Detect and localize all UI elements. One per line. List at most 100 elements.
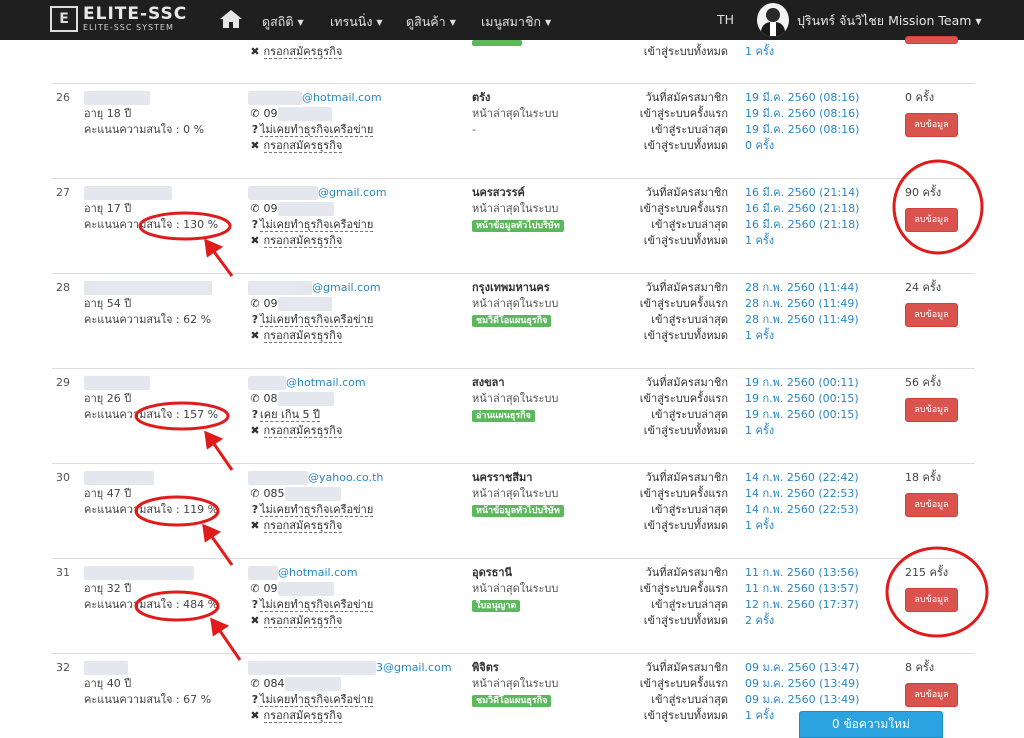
last-page-tag-wrap: ชมวิดีโอแผนธุรกิจ <box>472 692 552 708</box>
interest-score: คะแนนความสนใจ : 484 % <box>84 598 219 611</box>
visit-count: 215 ครั้ง <box>905 566 949 579</box>
site-logo[interactable]: E ELITE-SSC ELITE-SSC SYSTEM <box>50 5 187 32</box>
nav-training[interactable]: เทรนนิ่ง ▼ <box>330 12 383 32</box>
logo-subtitle: ELITE-SSC SYSTEM <box>83 23 174 32</box>
partial-total-label: เข้าสู่ระบบทั้งหมด <box>643 45 728 58</box>
total-logins-label: เข้าสู่ระบบทั้งหมด <box>643 519 728 532</box>
highlight-arrow <box>210 248 234 277</box>
last-login-label: เข้าสู่ระบบล่าสุด <box>651 218 728 231</box>
highlight-arrow <box>210 440 234 471</box>
partial-business-link[interactable]: ✖ กรอกสมัครธุรกิจ <box>250 44 343 60</box>
experience-text: ไม่เคยทำธุรกิจเครือข่าย <box>260 123 374 137</box>
caret-down-icon: ▼ <box>449 18 456 27</box>
first-login-value: 19 มี.ค. 2560 (08:16) <box>745 107 860 120</box>
email-domain: @gmail.com <box>312 281 381 294</box>
join-date-value: 28 ก.พ. 2560 (11:44) <box>745 281 859 294</box>
join-date-value: 19 ก.พ. 2560 (00:11) <box>745 376 859 389</box>
business-form-link[interactable]: ✖ กรอกสมัครธุรกิจ <box>250 328 343 344</box>
redacted-email <box>248 661 376 675</box>
business-text: กรอกสมัครธุรกิจ <box>263 709 343 723</box>
caret-down-icon: ▼ <box>545 18 552 27</box>
user-avatar[interactable] <box>757 3 789 37</box>
business-text: กรอกสมัครธุรกิจ <box>263 329 343 343</box>
nav-statistics[interactable]: ดูสถิติ ▼ <box>262 12 304 32</box>
caret-down-icon: ▼ <box>376 18 383 27</box>
first-login-label: เข้าสู่ระบบครั้งแรก <box>639 582 728 595</box>
last-page-tag: ชมวิดีโอแผนธุรกิจ <box>472 695 552 707</box>
delete-button[interactable]: ลบข้อมูล <box>905 303 958 327</box>
question-icon: ? <box>251 313 259 326</box>
last-page-value: - <box>472 123 476 136</box>
join-date-label: วันที่สมัครสมาชิก <box>645 376 728 389</box>
total-logins-label: เข้าสู่ระบบทั้งหมด <box>643 614 728 627</box>
home-icon[interactable] <box>219 9 243 29</box>
business-form-link[interactable]: ✖ กรอกสมัครธุรกิจ <box>250 138 343 154</box>
member-email[interactable]: @gmail.com <box>248 185 387 201</box>
experience-text: ไม่เคยทำธุรกิจเครือข่าย <box>260 598 374 612</box>
phone-prefix: 09 <box>263 107 278 120</box>
first-login-value: 19 ก.พ. 2560 (00:15) <box>745 392 859 405</box>
new-messages-button[interactable]: 0 ข้อความใหม่ <box>799 711 943 738</box>
visit-count: 24 ครั้ง <box>905 281 942 294</box>
email-domain: @hotmail.com <box>302 91 382 104</box>
delete-button[interactable]: ลบข้อมูล <box>905 683 958 707</box>
join-date-label: วันที่สมัครสมาชิก <box>645 91 728 104</box>
question-icon: ? <box>251 598 259 611</box>
redacted-phone <box>284 487 341 501</box>
times-icon: ✖ <box>250 614 260 627</box>
last-page-label: หน้าล่าสุดในระบบ <box>472 297 559 310</box>
interest-score: คะแนนความสนใจ : 67 % <box>84 693 212 706</box>
member-age: อายุ 54 ปี <box>84 297 132 310</box>
language-switch[interactable]: TH <box>717 12 734 27</box>
last-page-label: หน้าล่าสุดในระบบ <box>472 487 559 500</box>
last-login-value: 19 ก.พ. 2560 (00:15) <box>745 408 859 421</box>
last-login-label: เข้าสู่ระบบล่าสุด <box>651 408 728 421</box>
business-form-link[interactable]: ✖ กรอกสมัครธุรกิจ <box>250 233 343 249</box>
member-email[interactable]: @gmail.com <box>248 280 381 296</box>
member-email[interactable]: @hotmail.com <box>248 375 366 391</box>
highlight-arrow <box>216 627 242 661</box>
logo-mark-icon: E <box>50 5 78 32</box>
delete-button[interactable]: ลบข้อมูล <box>905 588 958 612</box>
delete-button[interactable]: ลบข้อมูล <box>905 493 958 517</box>
partial-delete-button[interactable] <box>905 36 958 44</box>
total-logins-value: 1 ครั้ง <box>745 519 775 532</box>
network-experience: ? ไม่เคยทำธุรกิจเครือข่าย <box>250 502 374 518</box>
last-page-label: หน้าล่าสุดในระบบ <box>472 392 559 405</box>
phone-prefix: 09 <box>263 582 278 595</box>
delete-button[interactable]: ลบข้อมูล <box>905 113 958 137</box>
member-email[interactable]: 3@gmail.com <box>248 660 452 676</box>
user-menu[interactable]: ปุรินทร์ จันวิไชย Mission Team ▼ <box>797 11 982 31</box>
member-age: อายุ 18 ปี <box>84 107 132 120</box>
business-form-link[interactable]: ✖ กรอกสมัครธุรกิจ <box>250 708 343 724</box>
delete-button[interactable]: ลบข้อมูล <box>905 208 958 232</box>
total-logins-label: เข้าสู่ระบบทั้งหมด <box>643 709 728 722</box>
last-login-label: เข้าสู่ระบบล่าสุด <box>651 693 728 706</box>
last-page-tag: หน้าข้อมูลทั่วไปบริษัท <box>472 220 564 232</box>
member-email[interactable]: @hotmail.com <box>248 90 382 106</box>
row-number: 28 <box>56 281 70 294</box>
visit-count: 56 ครั้ง <box>905 376 942 389</box>
member-email[interactable]: @hotmail.com <box>248 565 358 581</box>
business-form-link[interactable]: ✖ กรอกสมัครธุรกิจ <box>250 613 343 629</box>
nav-products[interactable]: ดูสินค้า ▼ <box>406 12 456 32</box>
phone-icon: ✆ <box>250 107 260 120</box>
last-page-tag-wrap: หน้าข้อมูลทั่วไปบริษัท <box>472 217 564 233</box>
experience-text: ไม่เคยทำธุรกิจเครือข่าย <box>260 503 374 517</box>
business-form-link[interactable]: ✖ กรอกสมัครธุรกิจ <box>250 423 343 439</box>
last-login-label: เข้าสู่ระบบล่าสุด <box>651 503 728 516</box>
delete-button[interactable]: ลบข้อมูล <box>905 398 958 422</box>
nav-member-menu[interactable]: เมนูสมาชิก ▼ <box>481 12 551 32</box>
times-icon: ✖ <box>250 234 260 247</box>
join-date-value: 19 มี.ค. 2560 (08:16) <box>745 91 860 104</box>
join-date-value: 11 ก.พ. 2560 (13:56) <box>745 566 859 579</box>
redacted-email <box>248 376 286 390</box>
business-form-link[interactable]: ✖ กรอกสมัครธุรกิจ <box>250 518 343 534</box>
member-email[interactable]: @yahoo.co.th <box>248 470 383 486</box>
first-login-label: เข้าสู่ระบบครั้งแรก <box>639 677 728 690</box>
last-login-value: 12 ก.พ. 2560 (17:37) <box>745 598 859 611</box>
business-text: กรอกสมัครธุรกิจ <box>263 614 343 628</box>
row-divider <box>52 83 975 84</box>
interest-score: คะแนนความสนใจ : 62 % <box>84 313 212 326</box>
first-login-label: เข้าสู่ระบบครั้งแรก <box>639 202 728 215</box>
